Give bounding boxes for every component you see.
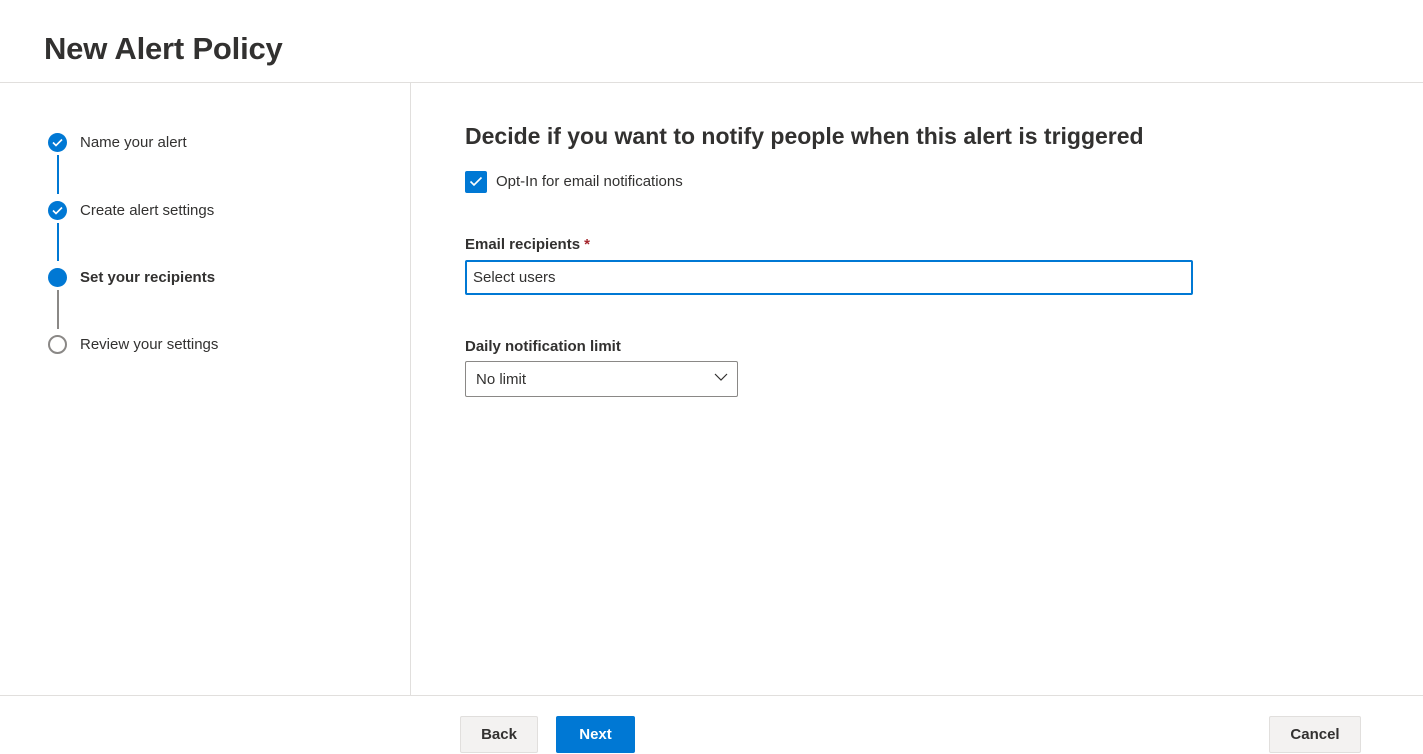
checkmark-icon: [48, 201, 67, 220]
daily-limit-dropdown[interactable]: No limit: [465, 361, 738, 397]
cancel-button[interactable]: Cancel: [1269, 716, 1361, 753]
daily-limit-selected-value: No limit: [476, 371, 527, 388]
step-connector: [57, 290, 59, 329]
checkmark-icon: [469, 176, 483, 187]
email-recipients-label-text: Email recipients: [465, 236, 581, 253]
required-mark: *: [584, 236, 590, 253]
step-connector: [57, 223, 59, 261]
next-button[interactable]: Next: [556, 716, 635, 753]
back-button[interactable]: Back: [460, 716, 538, 753]
chevron-down-icon: [714, 373, 728, 381]
step-label: Set your recipients: [80, 269, 216, 286]
email-recipients-input[interactable]: [467, 262, 1173, 293]
wizard-steps-sidebar: Name your alert Create alert settings Se…: [0, 83, 411, 695]
optin-email-checkbox[interactable]: [465, 171, 487, 193]
section-heading: Decide if you want to notify people when…: [465, 123, 1144, 149]
page-header: New Alert Policy: [0, 0, 1423, 83]
step-label: Name your alert: [80, 134, 187, 151]
wizard-footer: Back Next Cancel: [0, 695, 1423, 754]
new-alert-policy-wizard: New Alert Policy Name your alert Create …: [0, 0, 1423, 754]
page-title: New Alert Policy: [44, 31, 283, 66]
step-connector: [57, 155, 59, 194]
checkmark-icon: [48, 133, 67, 152]
email-recipients-label: Email recipients *: [465, 236, 590, 253]
email-recipients-field[interactable]: [465, 260, 1193, 295]
daily-limit-label: Daily notification limit: [465, 338, 621, 355]
empty-circle-icon: [48, 335, 67, 354]
current-step-icon: [48, 268, 67, 287]
step-label: Create alert settings: [80, 202, 215, 219]
main-content: Decide if you want to notify people when…: [411, 83, 1423, 695]
step-label: Review your settings: [80, 336, 219, 353]
optin-email-label: Opt-In for email notifications: [496, 173, 683, 190]
